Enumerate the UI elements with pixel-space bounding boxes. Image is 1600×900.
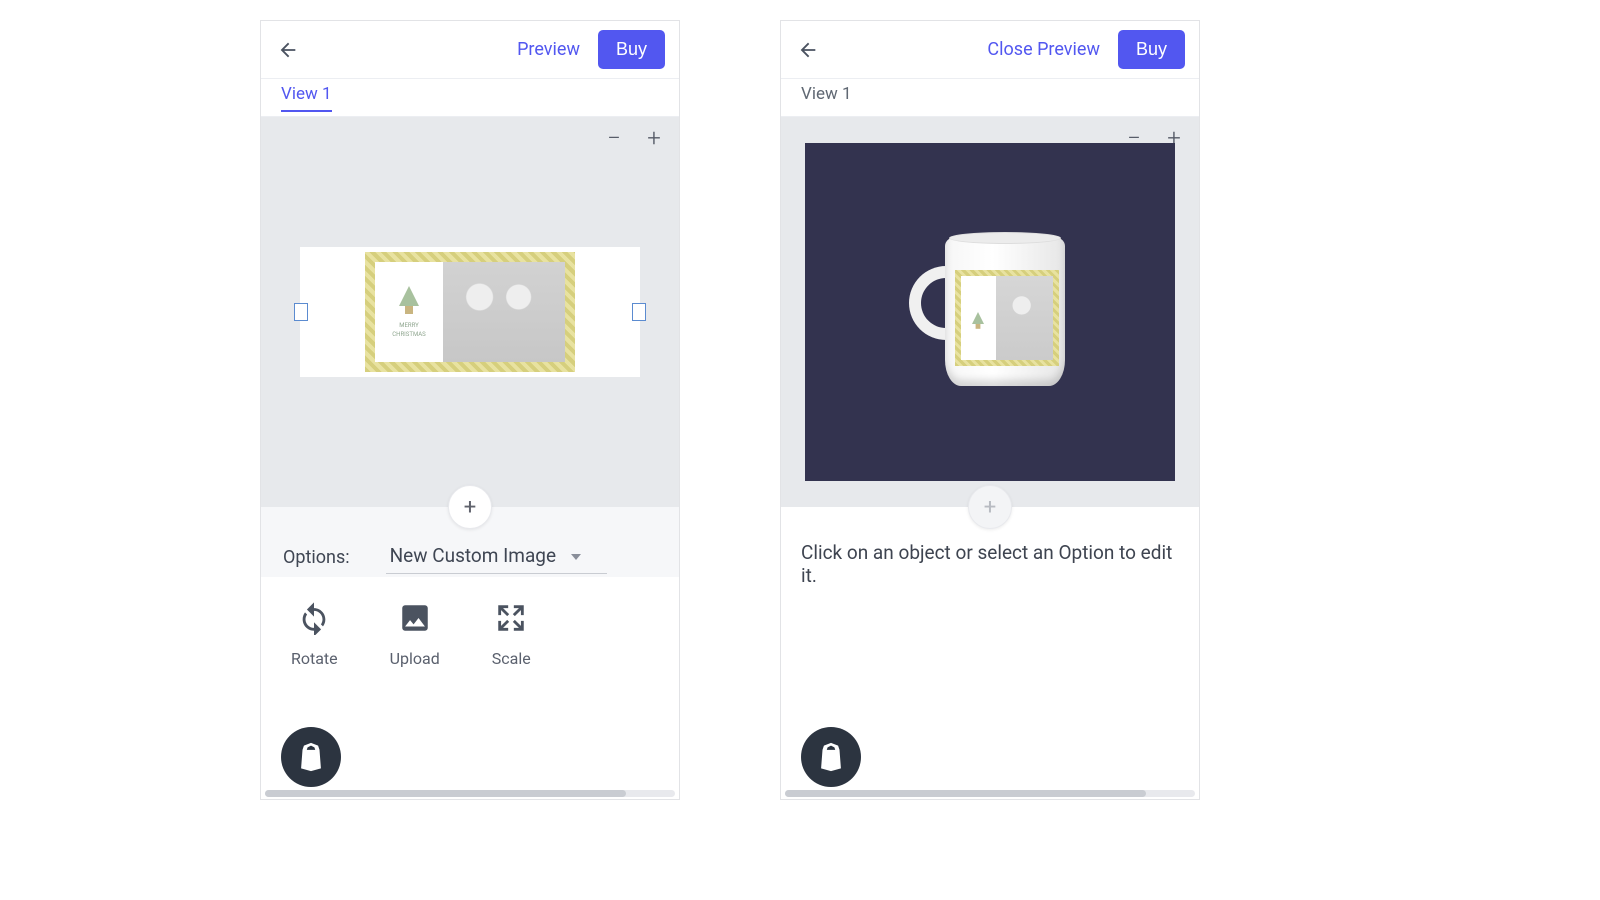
options-selected-value: New Custom Image (390, 544, 556, 567)
mug-body (945, 236, 1065, 386)
tree-icon (972, 312, 984, 324)
close-preview-link[interactable]: Close Preview (987, 39, 1100, 60)
tab-view-1[interactable]: View 1 (281, 84, 332, 112)
mug-3d-stage[interactable] (805, 143, 1175, 481)
scale-label: Scale (492, 649, 531, 668)
mug-model[interactable] (915, 232, 1065, 392)
view-tabs: View 1 (781, 79, 1199, 117)
zoom-out-button[interactable]: − (603, 127, 625, 149)
preview-canvas[interactable]: − + + (781, 117, 1199, 507)
shopify-badge[interactable] (281, 727, 341, 787)
view-tabs: View 1 (261, 79, 679, 117)
scale-tool[interactable]: Scale (492, 601, 531, 668)
scrollbar-thumb[interactable] (265, 790, 626, 797)
design-caption: MERRY CHRISTMAS (375, 262, 443, 362)
rotate-tool[interactable]: Rotate (291, 601, 338, 668)
mug-photo (996, 276, 1053, 360)
preview-link[interactable]: Preview (517, 39, 580, 60)
upload-label: Upload (390, 649, 440, 668)
arrow-left-icon (277, 39, 299, 61)
header: Preview Buy (261, 21, 679, 79)
arrow-left-icon (797, 39, 819, 61)
options-label: Options: (283, 547, 350, 568)
mug-rim (949, 232, 1061, 244)
tool-row: Rotate Upload Scale (261, 577, 679, 674)
caption-line1: MERRY (399, 322, 419, 329)
design-canvas[interactable]: − + MERRY CHRISTMAS + (261, 117, 679, 507)
shopify-bag-icon (294, 740, 328, 774)
caption-line2: CHRISTMAS (392, 331, 425, 338)
mug-wrap-design (955, 270, 1059, 366)
upload-tool[interactable]: Upload (390, 601, 440, 668)
rotate-label: Rotate (291, 649, 338, 668)
header: Close Preview Buy (781, 21, 1199, 79)
preview-panel: Close Preview Buy View 1 − + + (780, 20, 1200, 800)
zoom-controls: − + (603, 127, 665, 149)
buy-button[interactable]: Buy (1118, 30, 1185, 69)
hint-text: Click on an object or select an Option t… (801, 541, 1179, 587)
scrollbar-thumb[interactable] (785, 790, 1146, 797)
chevron-down-icon (571, 554, 581, 560)
shopify-badge[interactable] (801, 727, 861, 787)
image-icon (398, 601, 432, 635)
back-button[interactable] (275, 37, 301, 63)
buy-button[interactable]: Buy (598, 30, 665, 69)
tab-view-1[interactable]: View 1 (801, 84, 852, 112)
shopify-bag-icon (814, 740, 848, 774)
design-photo[interactable] (443, 262, 565, 362)
back-button[interactable] (795, 37, 821, 63)
resize-handle-right[interactable] (632, 303, 646, 321)
resize-handle-left[interactable] (294, 303, 308, 321)
scale-icon (494, 601, 528, 635)
options-select[interactable]: New Custom Image (386, 540, 607, 574)
add-element-button: + (968, 485, 1012, 529)
design-artboard[interactable]: MERRY CHRISTMAS (300, 247, 640, 377)
add-element-button[interactable]: + (448, 485, 492, 529)
horizontal-scrollbar[interactable] (265, 790, 675, 797)
design-frame[interactable]: MERRY CHRISTMAS (365, 252, 575, 372)
editor-panel: Preview Buy View 1 − + MERRY CHRISTMAS + (260, 20, 680, 800)
tree-icon (399, 286, 419, 306)
horizontal-scrollbar[interactable] (785, 790, 1195, 797)
zoom-in-button[interactable]: + (643, 127, 665, 149)
rotate-icon (297, 601, 331, 635)
